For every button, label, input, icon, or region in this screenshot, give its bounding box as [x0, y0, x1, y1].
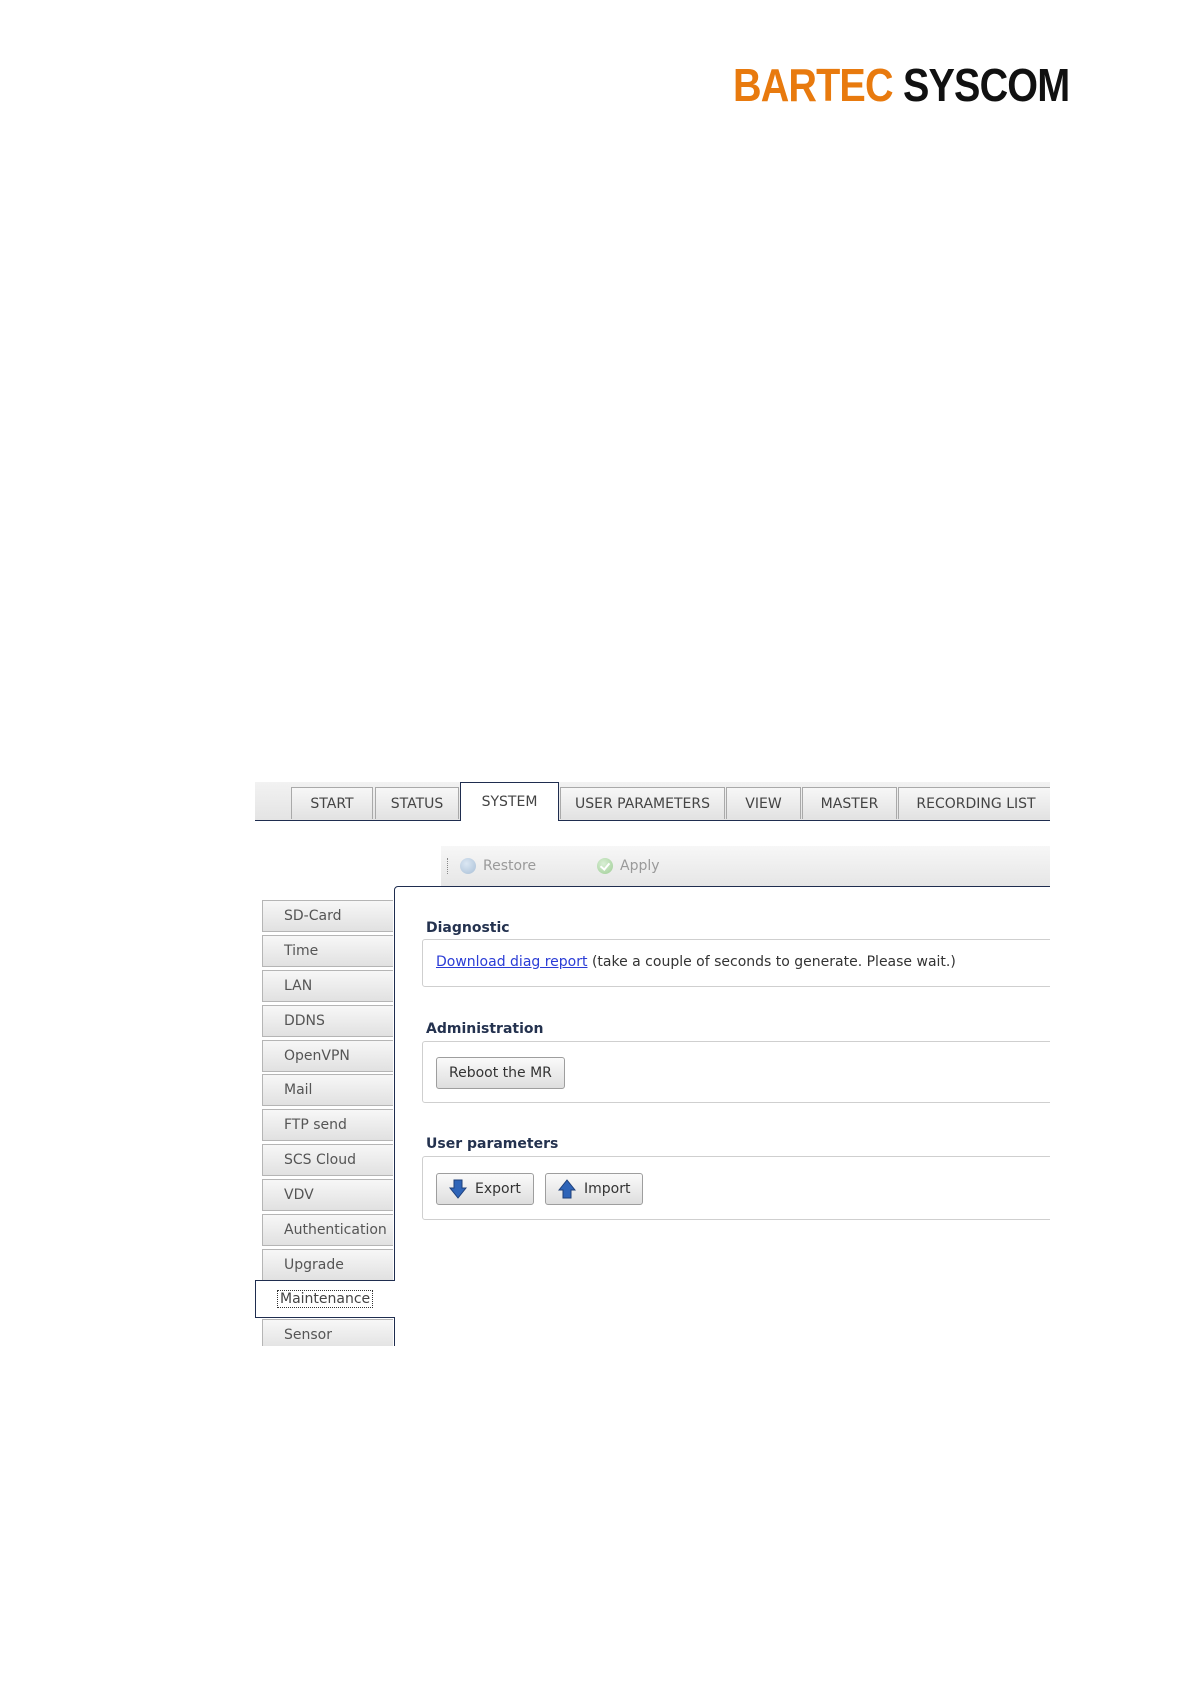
tab-system[interactable]: SYSTEM [460, 782, 559, 821]
sidebar-item-label: OpenVPN [284, 1048, 350, 1064]
diagnostic-note: (take a couple of seconds to generate. P… [591, 954, 956, 970]
sidebar-item-openvpn[interactable]: OpenVPN [262, 1040, 393, 1072]
tab-label: VIEW [745, 795, 782, 812]
apply-label: Apply [620, 858, 660, 874]
sidebar-item-authentication[interactable]: Authentication [262, 1214, 393, 1246]
user-parameters-box: Export Import [422, 1156, 1050, 1220]
user-parameters-title: User parameters [426, 1136, 559, 1152]
reboot-label: Reboot the MR [449, 1065, 552, 1081]
tab-recording-list[interactable]: RECORDING LIST [898, 787, 1050, 819]
tab-master[interactable]: MASTER [802, 787, 897, 819]
sidebar-item-sd-card[interactable]: SD-Card [262, 900, 393, 932]
sidebar-item-upgrade[interactable]: Upgrade [262, 1249, 393, 1281]
main-tab-bar: START STATUS SYSTEM USER PARAMETERS VIEW… [255, 782, 1050, 821]
brand-word-syscom: SYSCOM [902, 59, 1070, 111]
sidebar-item-label: FTP send [284, 1117, 347, 1133]
sidebar-item-label: Time [284, 943, 319, 959]
import-button[interactable]: Import [545, 1173, 644, 1205]
export-label: Export [475, 1181, 521, 1197]
sidebar-item-ddns[interactable]: DDNS [262, 1005, 393, 1037]
action-toolbar: Restore Apply [441, 846, 1050, 886]
sidebar-item-mail[interactable]: Mail [262, 1074, 393, 1106]
sidebar-item-label: LAN [284, 978, 313, 994]
sidebar-item-scs-cloud[interactable]: SCS Cloud [262, 1144, 393, 1176]
tab-label: STATUS [390, 795, 444, 812]
tab-label: MASTER [820, 795, 879, 812]
maintenance-panel: Diagnostic Download diag report (take a … [394, 886, 1050, 1346]
app-screenshot: START STATUS SYSTEM USER PARAMETERS VIEW… [255, 782, 1050, 1346]
sidebar-item-time[interactable]: Time [262, 935, 393, 967]
toolbar-grip [447, 858, 450, 874]
sidebar-item-label: VDV [284, 1187, 314, 1203]
tab-label: RECORDING LIST [916, 795, 1036, 812]
diagnostic-box: Download diag report (take a couple of s… [422, 939, 1050, 987]
restore-label: Restore [483, 858, 537, 874]
arrow-down-icon [449, 1179, 467, 1199]
import-label: Import [584, 1181, 631, 1197]
tab-start[interactable]: START [291, 787, 373, 819]
apply-button[interactable]: Apply [597, 856, 660, 876]
sidebar-item-label: Sensor [284, 1327, 332, 1343]
sidebar-item-label: SCS Cloud [284, 1152, 356, 1168]
reboot-button[interactable]: Reboot the MR [436, 1057, 565, 1089]
administration-title: Administration [426, 1021, 544, 1037]
sidebar-item-label: Upgrade [284, 1257, 344, 1273]
tab-label: USER PARAMETERS [575, 795, 710, 812]
administration-box: Reboot the MR [422, 1041, 1050, 1103]
download-diag-report-link[interactable]: Download diag report [436, 954, 588, 970]
sidebar-item-label: Mail [284, 1082, 313, 1098]
tab-user-parameters[interactable]: USER PARAMETERS [560, 787, 725, 819]
sidebar-item-lan[interactable]: LAN [262, 970, 393, 1002]
sidebar-item-label: SD-Card [284, 908, 342, 924]
sidebar-item-label: Authentication [284, 1222, 387, 1238]
diagnostic-line: Download diag report (take a couple of s… [436, 954, 956, 970]
sidebar-item-sensor[interactable]: Sensor [262, 1319, 393, 1346]
diagnostic-title: Diagnostic [426, 920, 510, 936]
sidebar-item-label: Maintenance [277, 1290, 374, 1308]
brand-word-bartec: BARTEC [733, 59, 894, 111]
sidebar-item-maintenance[interactable]: Maintenance [255, 1280, 395, 1318]
sidebar-item-vdv[interactable]: VDV [262, 1179, 393, 1211]
brand-logo: BARTEC SYSCOM [733, 59, 1070, 111]
tab-status[interactable]: STATUS [375, 787, 459, 819]
export-button[interactable]: Export [436, 1173, 534, 1205]
check-icon [597, 858, 613, 874]
sidebar-item-ftp-send[interactable]: FTP send [262, 1109, 393, 1141]
sidebar-item-label: DDNS [284, 1013, 325, 1029]
tab-label: SYSTEM [481, 794, 538, 810]
restore-button[interactable]: Restore [460, 856, 536, 876]
restore-icon [460, 858, 476, 874]
arrow-up-icon [558, 1179, 576, 1199]
tab-view[interactable]: VIEW [726, 787, 801, 819]
tab-label: START [310, 795, 354, 812]
